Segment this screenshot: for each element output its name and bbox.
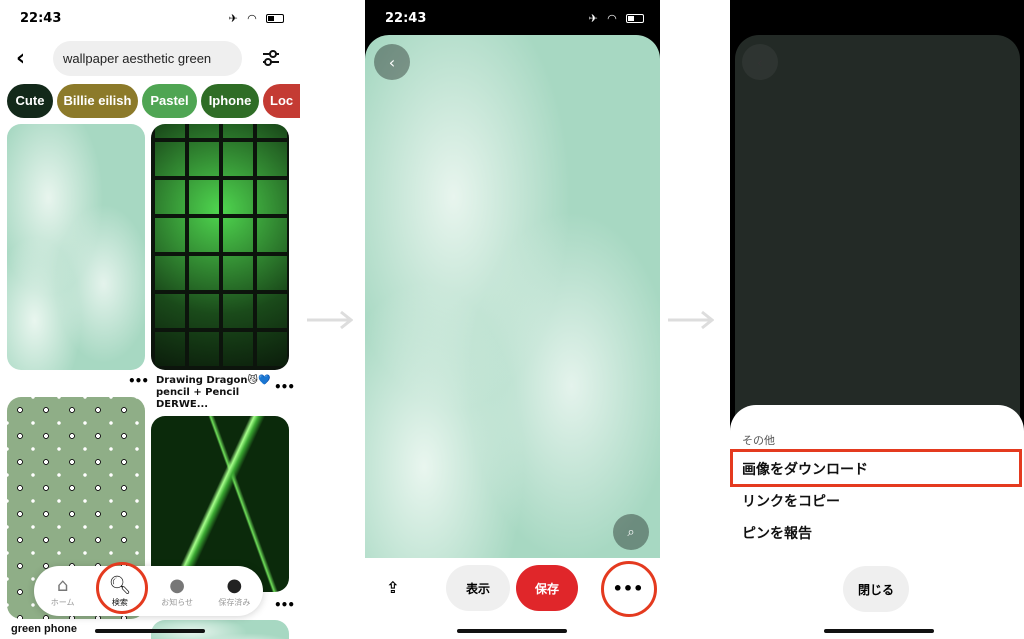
chip[interactable]: Iphone — [201, 84, 259, 118]
status-icons: ✈ ◠ — [589, 12, 644, 25]
arrow-icon — [307, 310, 353, 330]
visual-search-icon[interactable]: ⌕ — [613, 514, 649, 550]
pin-collage[interactable] — [151, 124, 289, 370]
pin-image[interactable] — [365, 35, 660, 575]
filter-icon[interactable] — [262, 50, 280, 66]
pin-clouds[interactable] — [7, 124, 145, 370]
highlight-circle — [96, 562, 148, 614]
clock: 22:43 — [385, 10, 427, 26]
chip[interactable]: Loc — [263, 84, 300, 118]
view-button[interactable]: 表示 — [446, 565, 510, 611]
chip[interactable]: Billie eilish — [57, 84, 138, 118]
copy-link-item[interactable]: リンクをコピー — [742, 491, 840, 511]
nav-label: お知らせ — [161, 597, 194, 607]
search-results-screen: 22:43 ✈ ◠ ‹ wallpaper aesthetic green Cut… — [0, 0, 300, 639]
action-bar: ⇪ 表示 保存 ••• — [365, 558, 660, 639]
more-icon[interactable]: ••• — [274, 598, 295, 612]
close-button[interactable]: 閉じる — [843, 566, 909, 612]
clock: 22:43 — [20, 10, 62, 26]
share-icon[interactable]: ⇪ — [386, 578, 399, 597]
battery-icon — [626, 14, 644, 23]
sheet-heading: その他 — [742, 434, 775, 447]
home-icon: ⌂ — [56, 574, 69, 596]
highlight-box — [730, 449, 1022, 487]
back-button[interactable]: ‹ — [374, 44, 410, 80]
more-icon[interactable]: ••• — [128, 374, 149, 388]
highlight-circle — [601, 561, 657, 617]
back-button: ‹ — [742, 44, 778, 80]
chip[interactable]: Cute — [7, 84, 53, 118]
more-icon[interactable]: ••• — [274, 380, 295, 394]
avatar: ● — [226, 574, 243, 596]
status-icons: ✈ ◠ — [229, 12, 284, 25]
more-menu-screen: ‹ その他 画像をダウンロード リンクをコピー ピンを報告 閉じる — [730, 0, 1024, 639]
nav-label: 保存済み — [218, 597, 251, 607]
home-indicator — [457, 629, 567, 633]
save-button[interactable]: 保存 — [516, 565, 578, 611]
nav-saved[interactable]: ● 保存済み — [209, 575, 259, 608]
pin-detail-screen: 22:43 ✈ ◠ ‹ ⌕ ⇪ 表示 保存 ••• — [365, 0, 660, 639]
search-input[interactable]: wallpaper aesthetic green — [53, 41, 242, 76]
status-bar: 22:43 ✈ ◠ — [385, 8, 644, 28]
report-pin-item[interactable]: ピンを報告 — [742, 523, 812, 543]
bottom-nav: ⌂ ホーム 🔍︎ 検索 ● お知らせ ● 保存済み — [34, 566, 263, 616]
options-sheet: その他 画像をダウンロード リンクをコピー ピンを報告 閉じる — [730, 405, 1024, 639]
pin-caption[interactable]: Drawing Dragon😼💙 pencil + Pencil DERWE..… — [156, 375, 271, 411]
chat-icon: ● — [169, 574, 185, 596]
back-button[interactable]: ‹ — [16, 46, 25, 71]
pin-caption[interactable]: green phone — [11, 623, 77, 636]
status-bar: 22:43 ✈ ◠ — [20, 8, 284, 28]
battery-icon — [266, 14, 284, 23]
nav-label: ホーム — [50, 597, 75, 607]
home-indicator — [824, 629, 934, 633]
arrow-icon — [668, 310, 714, 330]
home-indicator — [95, 629, 205, 633]
nav-notifications[interactable]: ● お知らせ — [152, 575, 202, 608]
chip[interactable]: Pastel — [142, 84, 197, 118]
nav-home[interactable]: ⌂ ホーム — [38, 575, 88, 608]
